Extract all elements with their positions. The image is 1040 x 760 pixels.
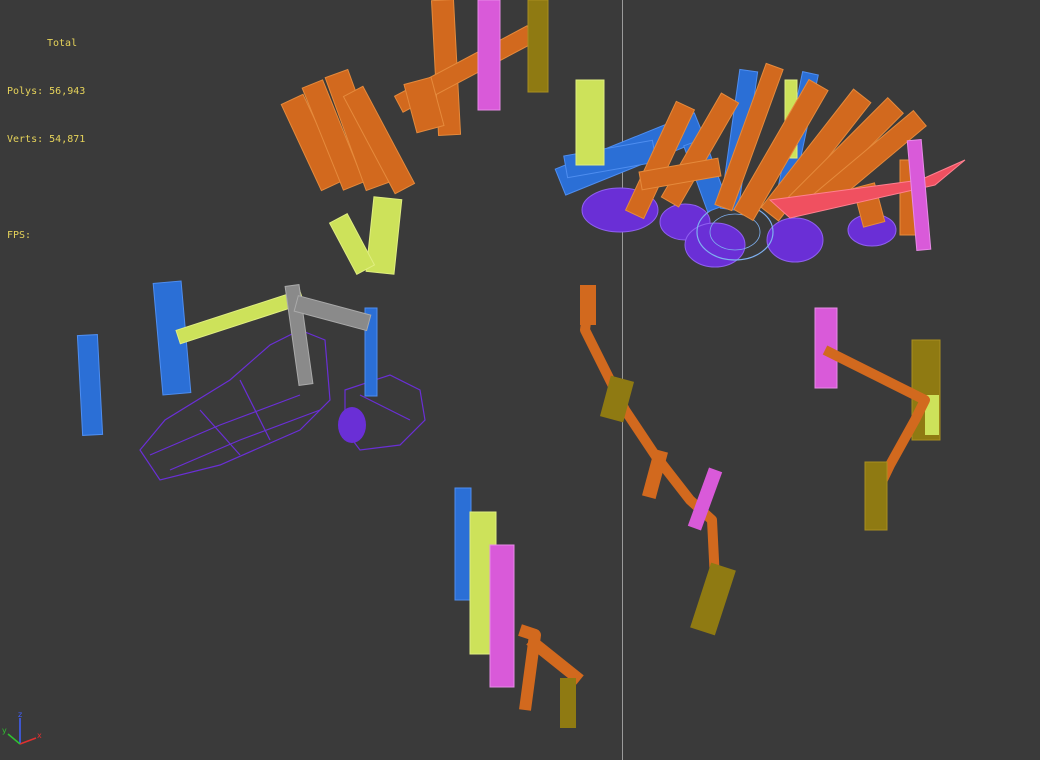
pink-post xyxy=(477,0,501,111)
purple-solid-knob xyxy=(338,407,366,443)
fps-label: FPS: xyxy=(7,230,32,241)
verts-readout: Verts: 54,871 xyxy=(7,132,85,148)
right-assembly xyxy=(814,307,941,531)
top-right-cluster xyxy=(554,62,966,268)
middle-left-assembly xyxy=(76,280,426,481)
verts-label: Verts: xyxy=(7,134,44,145)
lime-beam xyxy=(175,289,305,345)
fps-readout: FPS: xyxy=(7,228,85,244)
verts-value: 54,871 xyxy=(49,134,86,145)
blue-posts xyxy=(76,280,378,436)
polys-value: 56,943 xyxy=(49,86,86,97)
center-chain xyxy=(580,285,736,636)
x-axis-label: x xyxy=(37,731,42,740)
polys-label: Polys: xyxy=(7,86,44,97)
bottom-cluster xyxy=(454,487,584,728)
y-axis-line xyxy=(7,733,21,745)
top-left-cluster xyxy=(280,0,549,275)
x-axis-line xyxy=(19,737,37,745)
3d-viewport[interactable]: Total Polys: 56,943 Verts: 54,871 FPS: z… xyxy=(0,0,1040,760)
stats-overlay: Total Polys: 56,943 Verts: 54,871 FPS: xyxy=(7,4,85,276)
wireframe-scene[interactable] xyxy=(0,0,1040,760)
lime-v-shape xyxy=(328,196,403,275)
stats-title: Total xyxy=(47,38,78,49)
polys-readout: Polys: 56,943 xyxy=(7,84,85,100)
olive-post xyxy=(527,0,549,93)
z-axis-label: z xyxy=(18,710,22,719)
axis-gizmo-icon[interactable]: z x y xyxy=(2,708,52,756)
y-axis-label: y xyxy=(2,726,7,735)
